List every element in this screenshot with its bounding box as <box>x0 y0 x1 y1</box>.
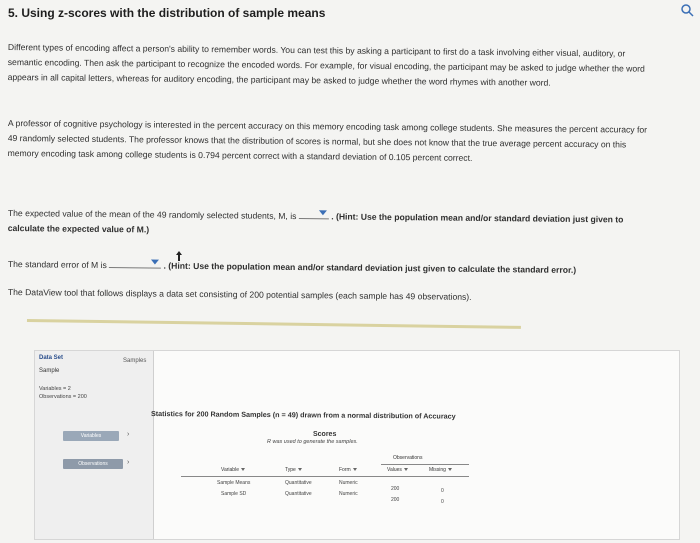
standard-error-hint: . (Hint: Use the population mean and/or … <box>163 260 577 275</box>
divider <box>26 319 521 329</box>
table-cell: Quantitative <box>285 480 312 486</box>
chevron-down-icon <box>403 468 408 472</box>
divider <box>381 464 469 465</box>
tab-data-set[interactable]: Data Set <box>39 355 63 361</box>
table-cell: Numeric <box>339 491 358 497</box>
variable-header[interactable]: Variable <box>221 467 245 473</box>
type-header-label: Type <box>285 467 296 473</box>
form-header-label: Form <box>339 467 351 473</box>
intro-paragraph: Different types of encoding affect a per… <box>7 41 645 88</box>
type-header[interactable]: Type <box>285 467 302 473</box>
chevron-down-icon <box>240 468 245 472</box>
question-standard-error: The standard error of M is . (Hint: Use … <box>8 256 648 279</box>
table-cell: 200 <box>391 497 400 503</box>
table-cell[interactable]: Sample SD <box>221 491 246 497</box>
values-header-label: Values <box>387 467 402 473</box>
missing-header[interactable]: Missing <box>429 467 452 473</box>
variables-count: Variables = 2 <box>39 386 71 392</box>
form-header[interactable]: Form <box>339 467 357 473</box>
observations-button[interactable]: Observations <box>63 459 123 469</box>
table-cell: Numeric <box>339 480 358 486</box>
table-cell: 0 <box>441 488 444 494</box>
variables-button[interactable]: Variables <box>63 431 119 441</box>
variable-header-label: Variable <box>221 467 239 473</box>
search-icon[interactable] <box>680 3 694 17</box>
dataset-name: Sample <box>39 368 60 374</box>
question-expected-value: The expected value of the mean of the 49… <box>8 205 648 243</box>
observations-header: Observations <box>393 455 423 461</box>
stats-subtitle: Scores <box>313 431 337 438</box>
stats-title: Statistics for 200 Random Samples (n = 4… <box>150 409 456 421</box>
dataview-intro: The DataView tool that follows displays … <box>7 286 472 302</box>
mouse-cursor-icon <box>176 251 182 261</box>
question-expected-value-text: The expected value of the mean of the 49… <box>7 207 297 222</box>
dataview-tool: Data Set Samples Sample Variables = 2 Ob… <box>34 350 680 540</box>
question-standard-error-text: The standard error of M is <box>7 258 107 271</box>
chevron-down-icon <box>151 259 160 265</box>
table-cell: 0 <box>441 499 444 505</box>
expected-value-dropdown[interactable] <box>298 208 329 220</box>
standard-error-dropdown[interactable] <box>109 257 162 269</box>
table-cell: 200 <box>391 486 400 492</box>
variables-table: Observations Variable Type Form Values M… <box>181 453 481 509</box>
scenario-paragraph: A professor of cognitive psychology is i… <box>7 117 648 163</box>
chevron-down-icon <box>352 468 357 472</box>
chevron-right-icon: › <box>127 459 130 466</box>
page: 5. Using z-scores with the distribution … <box>0 0 700 543</box>
chevron-down-icon <box>297 468 302 472</box>
table-cell[interactable]: Sample Means <box>217 480 250 486</box>
chevron-right-icon: › <box>127 431 130 438</box>
table-cell: Quantitative <box>285 491 312 497</box>
values-header[interactable]: Values <box>387 467 408 473</box>
page-title: 5. Using z-scores with the distribution … <box>8 6 326 20</box>
tab-samples[interactable]: Samples <box>123 358 146 364</box>
chevron-down-icon <box>318 210 327 216</box>
dataview-sidebar: Data Set Samples Sample Variables = 2 Ob… <box>35 351 154 539</box>
missing-header-label: Missing <box>429 467 446 473</box>
divider <box>181 476 469 477</box>
dataset-meta: Variables = 2 Observations = 200 <box>39 385 87 401</box>
stats-note: R was used to generate the samples. <box>267 439 358 445</box>
observations-count: Observations = 200 <box>39 394 87 400</box>
chevron-down-icon <box>447 468 452 472</box>
